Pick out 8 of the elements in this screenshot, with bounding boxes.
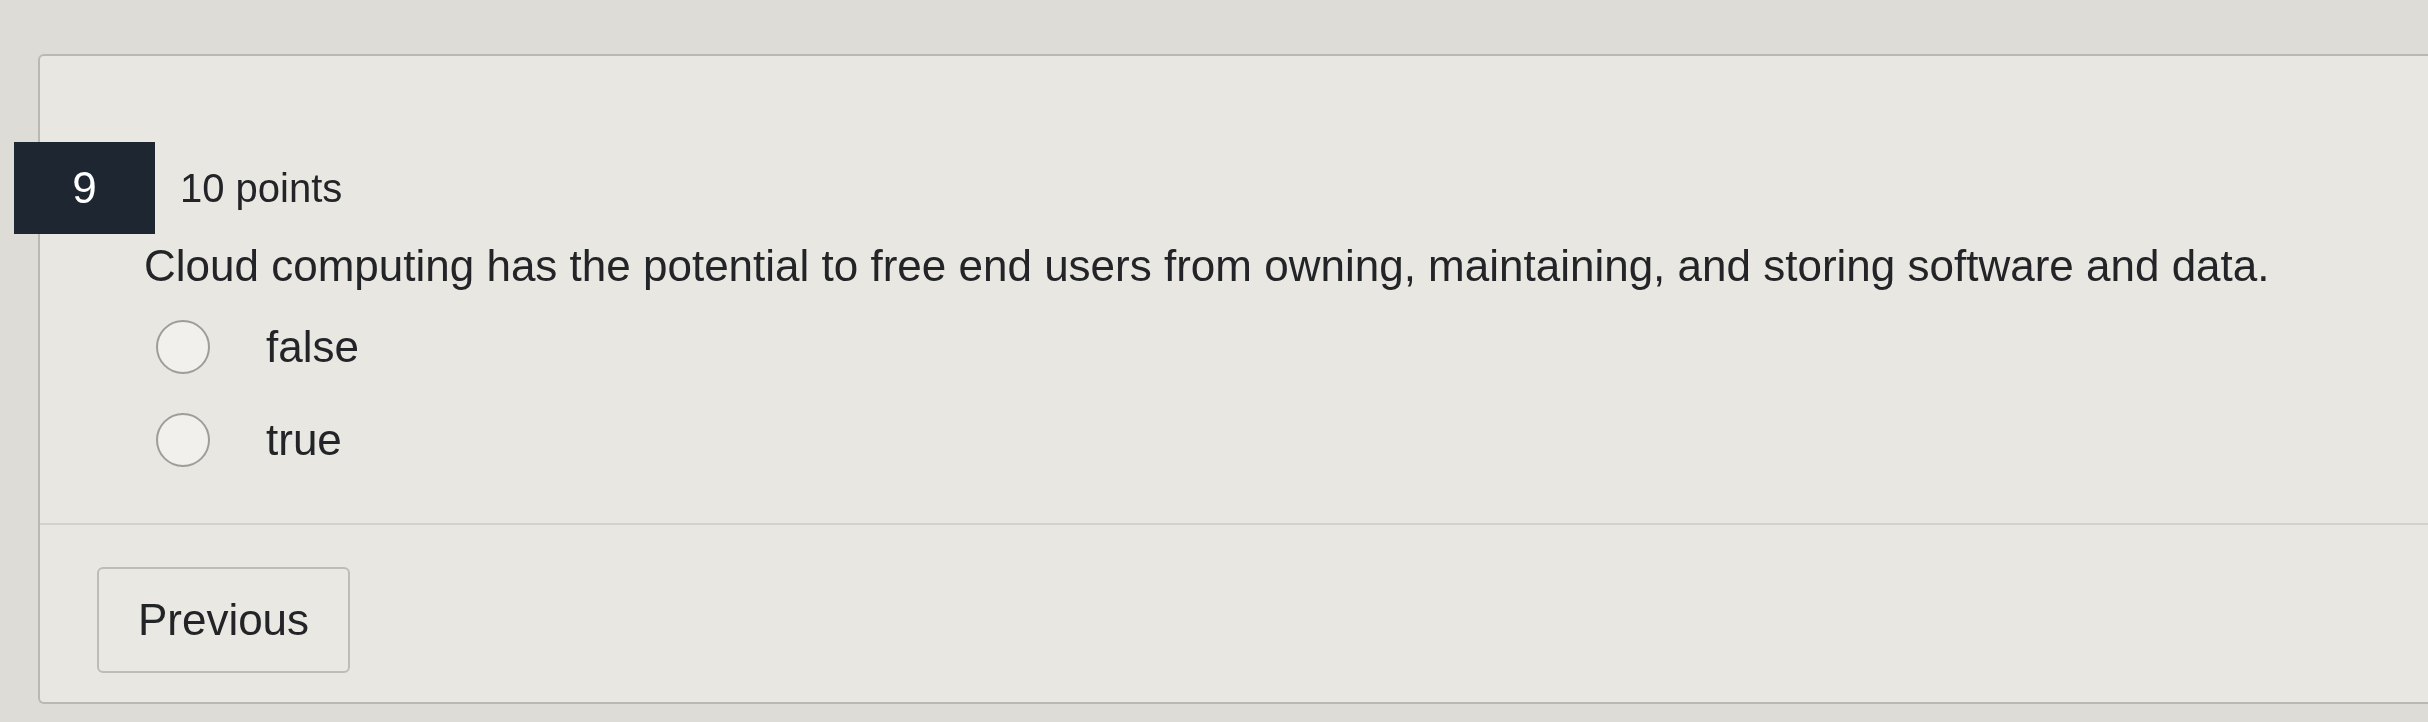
radio-button[interactable] (155, 319, 211, 375)
option-label[interactable]: false (266, 321, 359, 373)
question-number: 9 (14, 142, 155, 234)
previous-button[interactable]: Previous (97, 567, 350, 673)
option-label[interactable]: true (266, 414, 342, 466)
question-text: Cloud computing has the potential to free end users from owning, maintaining, and storing software and data. (144, 240, 2271, 292)
points-label: 10 points (180, 165, 343, 211)
radio-button[interactable] (155, 412, 211, 468)
